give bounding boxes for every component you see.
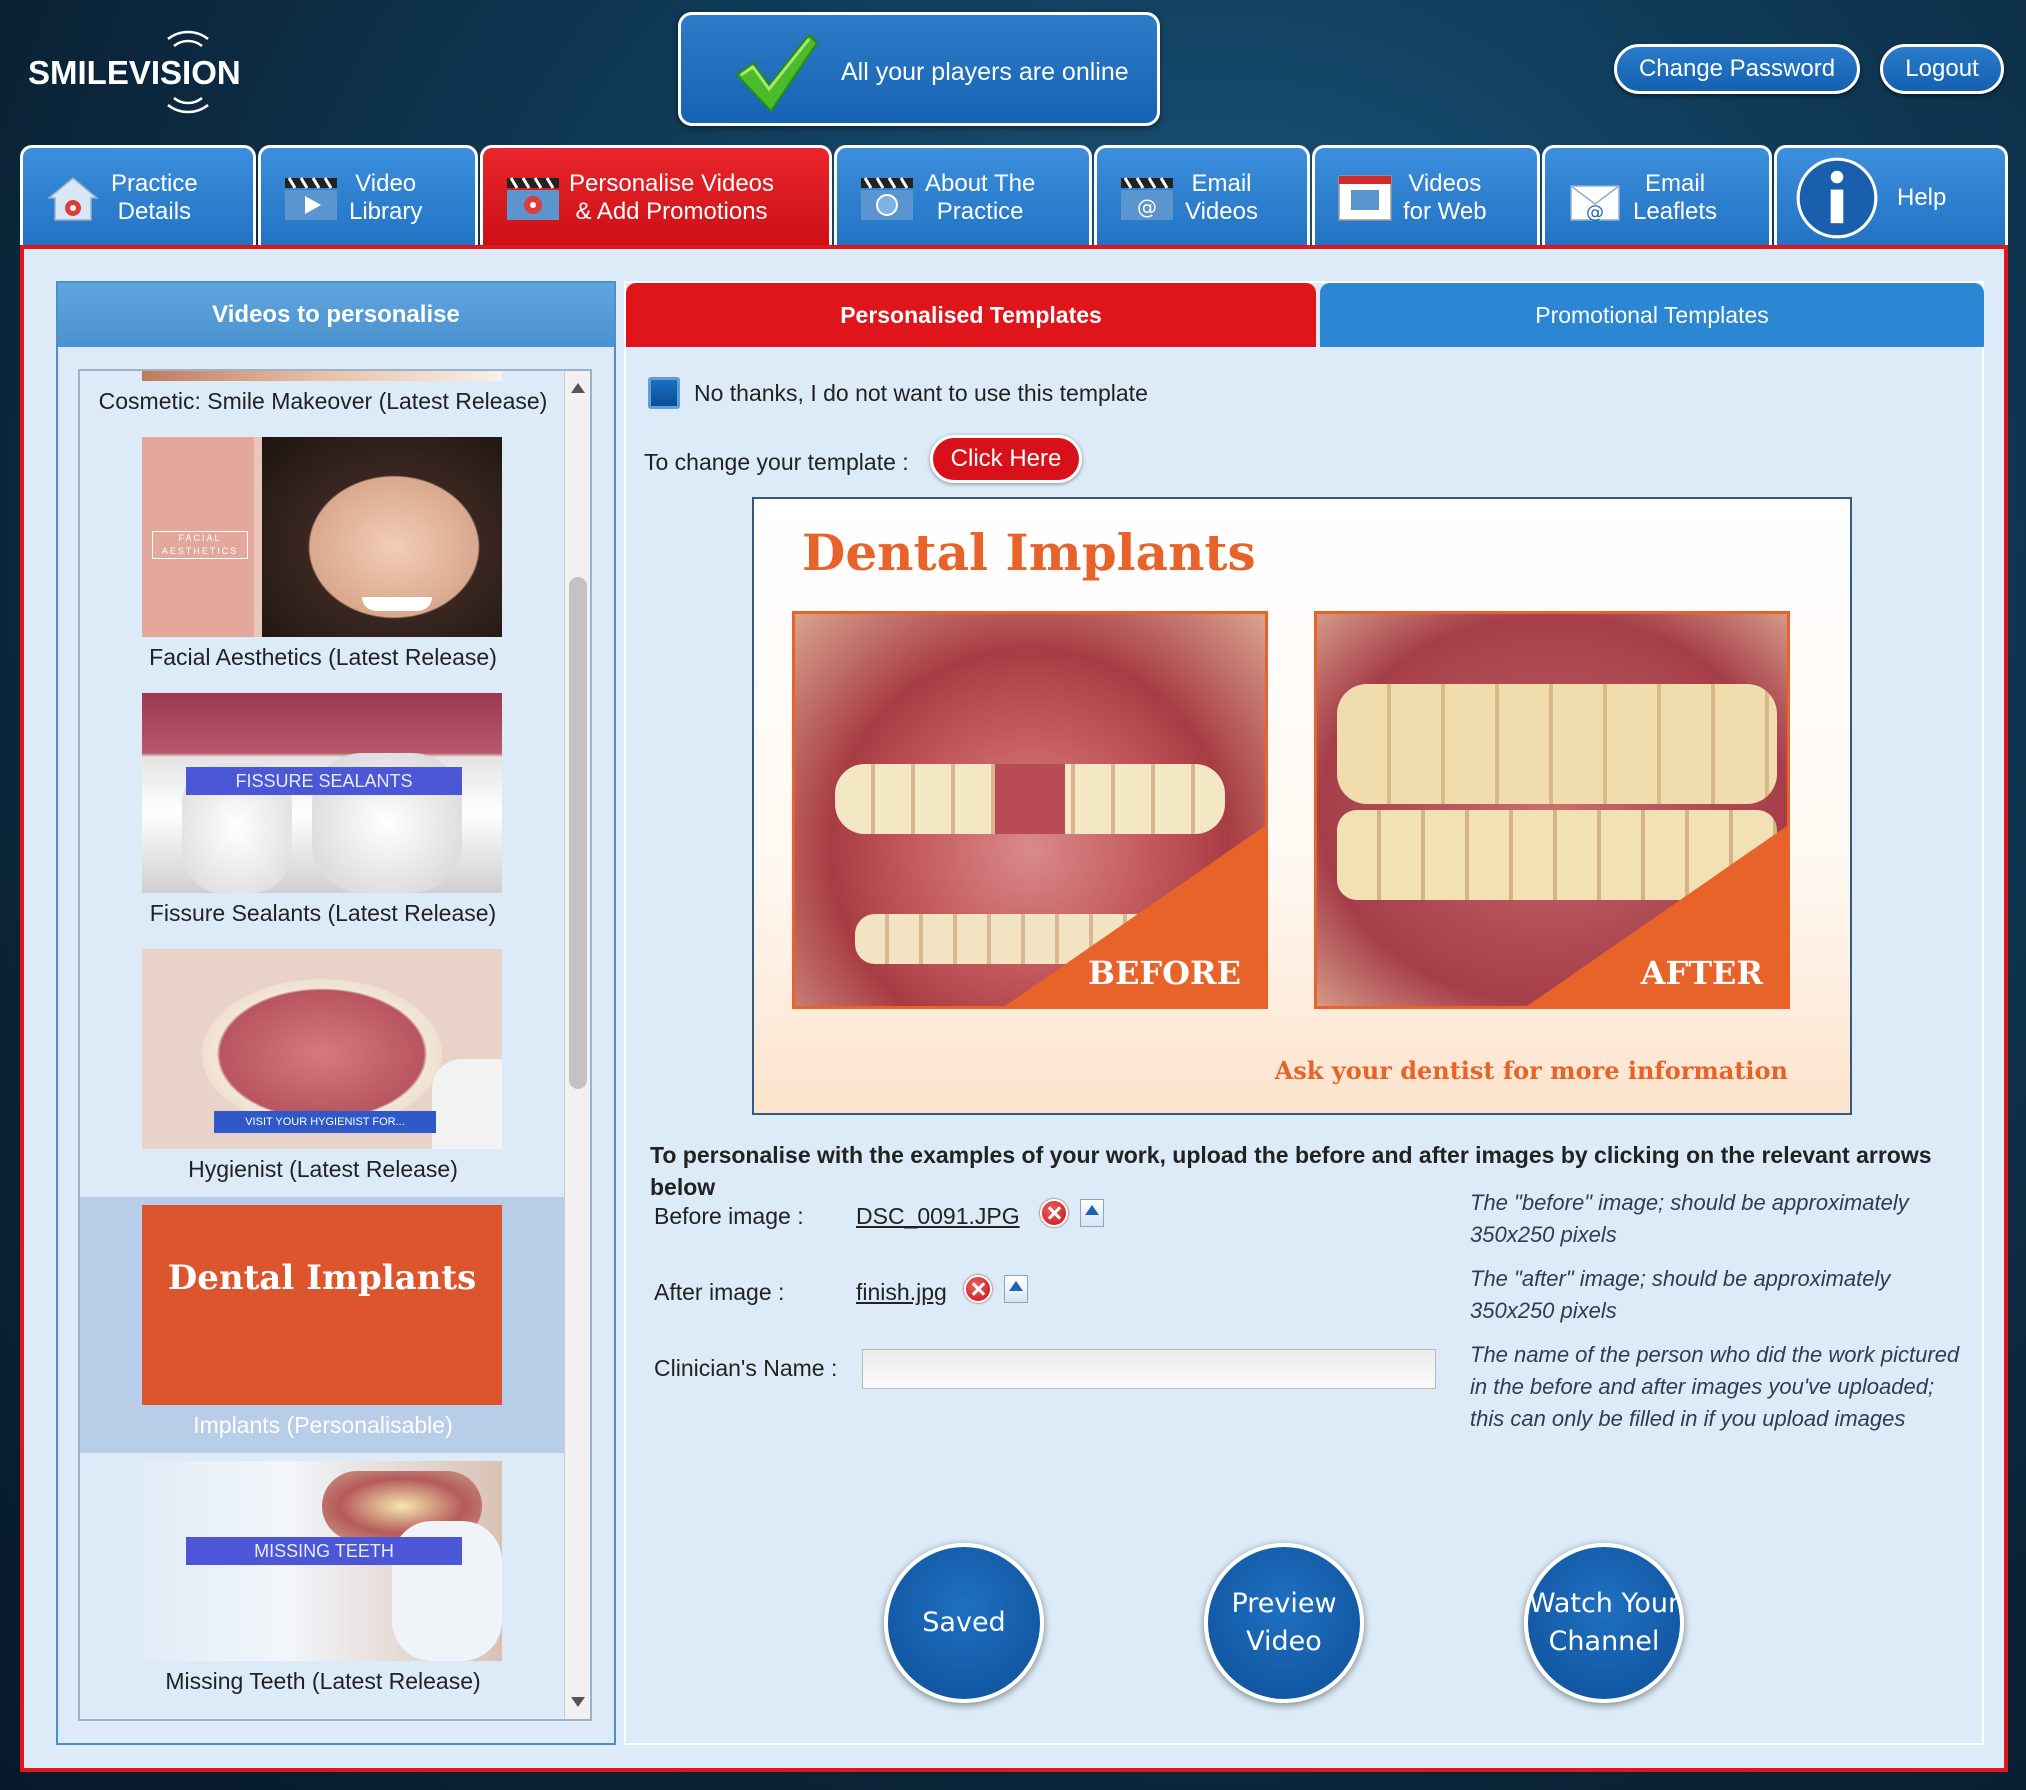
tab-label: About The Practice [925,170,1036,225]
preview-video-button[interactable]: Preview Video [1204,1543,1364,1703]
before-label: BEFORE [1087,954,1241,992]
video-item-smile-makeover[interactable]: Cosmetic: Smile Makeover (Latest Release… [80,371,566,429]
clapperboard-at-icon: @ [1121,177,1173,220]
click-here-button[interactable]: Click Here [930,435,1082,483]
tab-videos-for-web[interactable]: Videos for Web [1312,145,1540,245]
after-image-label: After image : [654,1279,785,1305]
tab-label: Help [1897,184,1947,211]
thumb-overlay-text: VISIT YOUR HYGIENIST FOR... [214,1111,436,1133]
info-icon [1796,157,1878,239]
template-editor-panel: Personalised Templates Promotional Templ… [624,281,1984,1745]
video-thumbnail: FACIAL AESTHETICS [142,437,502,637]
before-image-label: Before image : [654,1203,804,1229]
video-thumbnail: MISSING TEETH [142,1461,502,1661]
clinician-name-input[interactable] [862,1349,1436,1389]
after-image-hint: The "after" image; should be approximate… [1470,1266,1891,1323]
clapperboard-globe-icon [861,177,913,220]
video-thumbnail: Dental Implants [142,1205,502,1405]
tab-label: Video Library [349,170,423,225]
change-password-button[interactable]: Change Password [1614,44,1860,94]
tab-email-leaflets[interactable]: @ Email Leaflets [1542,145,1772,245]
video-item-fissure-sealants[interactable]: FISSURE SEALANTS Fissure Sealants (Lates… [80,685,566,941]
tab-label: Email Videos [1185,170,1258,225]
before-image-hint: The "before" image; should be approximat… [1470,1190,1909,1247]
change-template-row: To change your template : Click Here [644,435,1344,485]
tab-about-the-practice[interactable]: About The Practice [834,145,1092,245]
logout-button[interactable]: Logout [1880,44,2004,94]
browser-window-icon [1338,175,1392,221]
scrollbar-thumb[interactable] [569,577,587,1089]
before-image-filename[interactable]: DSC_0091.JPG [856,1203,1020,1230]
main-content-frame: Videos to personalise Cosmetic: Smile Ma… [20,245,2008,1772]
online-status-text: All your players are online [841,58,1129,86]
tab-video-library[interactable]: Video Library [258,145,478,245]
video-caption: Hygienist (Latest Release) [188,1156,458,1182]
video-caption: Cosmetic: Smile Makeover (Latest Release… [98,388,548,414]
clapperboard-gear-icon [507,177,559,220]
house-gear-icon [46,177,100,221]
video-thumbnail [142,371,502,381]
video-item-implants[interactable]: Dental Implants Implants (Personalisable… [80,1197,566,1453]
green-check-icon [735,33,819,113]
tab-label: Personalise Videos & Add Promotions [569,170,775,225]
preview-title: Dental Implants [802,523,1256,582]
tab-personalised-templates[interactable]: Personalised Templates [626,283,1316,347]
online-status-panel: All your players are online [678,12,1160,126]
tab-promotional-templates[interactable]: Promotional Templates [1320,283,1984,347]
videos-to-personalise-panel: Videos to personalise Cosmetic: Smile Ma… [56,281,616,1745]
upload-after-image-icon[interactable] [1004,1275,1028,1303]
video-item-hygienist[interactable]: VISIT YOUR HYGIENIST FOR... Hygienist (L… [80,941,566,1197]
watch-your-channel-button[interactable]: Watch Your Channel [1524,1543,1684,1703]
video-caption: Fissure Sealants (Latest Release) [149,900,497,926]
thumb-overlay-text: FACIAL AESTHETICS [152,531,248,559]
after-image-filename[interactable]: finish.jpg [856,1279,947,1306]
thumb-overlay-text: Dental Implants [167,1258,477,1298]
no-thanks-label: No thanks, I do not want to use this tem… [694,380,1148,406]
scroll-down-arrow-icon[interactable] [571,1697,585,1707]
svg-text:@: @ [1137,195,1157,219]
thumb-overlay-text: MISSING TEETH [186,1537,462,1565]
template-preview: Dental Implants BEFORE AFTER Ask your de… [752,497,1852,1115]
delete-before-image-icon[interactable] [1040,1199,1068,1227]
before-photo: BEFORE [792,611,1268,1009]
after-photo: AFTER [1314,611,1790,1009]
tab-help[interactable]: Help [1774,145,2008,245]
video-caption: Facial Aesthetics (Latest Release) [149,644,497,670]
upload-before-image-icon[interactable] [1080,1199,1104,1227]
video-thumbnail: FISSURE SEALANTS [142,693,502,893]
logo-text: SMILEVISION [28,54,241,91]
preview-footer-text: Ask your dentist for more information [1274,1056,1788,1085]
videos-panel-title: Videos to personalise [58,283,614,347]
video-caption: Missing Teeth (Latest Release) [165,1668,481,1694]
tab-label: Email Leaflets [1633,170,1718,225]
clapperboard-play-icon [285,177,337,220]
clinician-name-label: Clinician's Name : [654,1355,838,1381]
tab-email-videos[interactable]: @ Email Videos [1094,145,1310,245]
tab-practice-details[interactable]: Practice Details [20,145,256,245]
delete-after-image-icon[interactable] [964,1275,992,1303]
envelope-at-icon: @ [1570,185,1620,223]
smilevision-logo: SMILEVISION [24,22,241,116]
tab-label: Practice Details [111,170,198,225]
svg-text:@: @ [1586,202,1604,223]
saved-button[interactable]: Saved [884,1543,1044,1703]
tab-label: Videos for Web [1403,170,1487,225]
video-thumbnail: VISIT YOUR HYGIENIST FOR... [142,949,502,1149]
video-list-scrollbar[interactable] [564,371,590,1719]
after-label: AFTER [1640,954,1763,992]
change-template-label: To change your template : [644,449,909,475]
thumb-overlay-text: FISSURE SEALANTS [186,767,462,795]
video-item-facial-aesthetics[interactable]: FACIAL AESTHETICS Facial Aesthetics (Lat… [80,429,566,685]
video-list[interactable]: Cosmetic: Smile Makeover (Latest Release… [78,369,592,1721]
tab-personalise-videos[interactable]: Personalise Videos & Add Promotions [480,145,832,248]
clinician-name-hint: The name of the person who did the work … [1470,1342,1960,1431]
scroll-up-arrow-icon[interactable] [571,383,585,393]
no-thanks-checkbox[interactable] [648,377,680,409]
video-item-missing-teeth[interactable]: MISSING TEETH Missing Teeth (Latest Rele… [80,1453,566,1709]
video-caption: Implants (Personalisable) [193,1412,453,1438]
